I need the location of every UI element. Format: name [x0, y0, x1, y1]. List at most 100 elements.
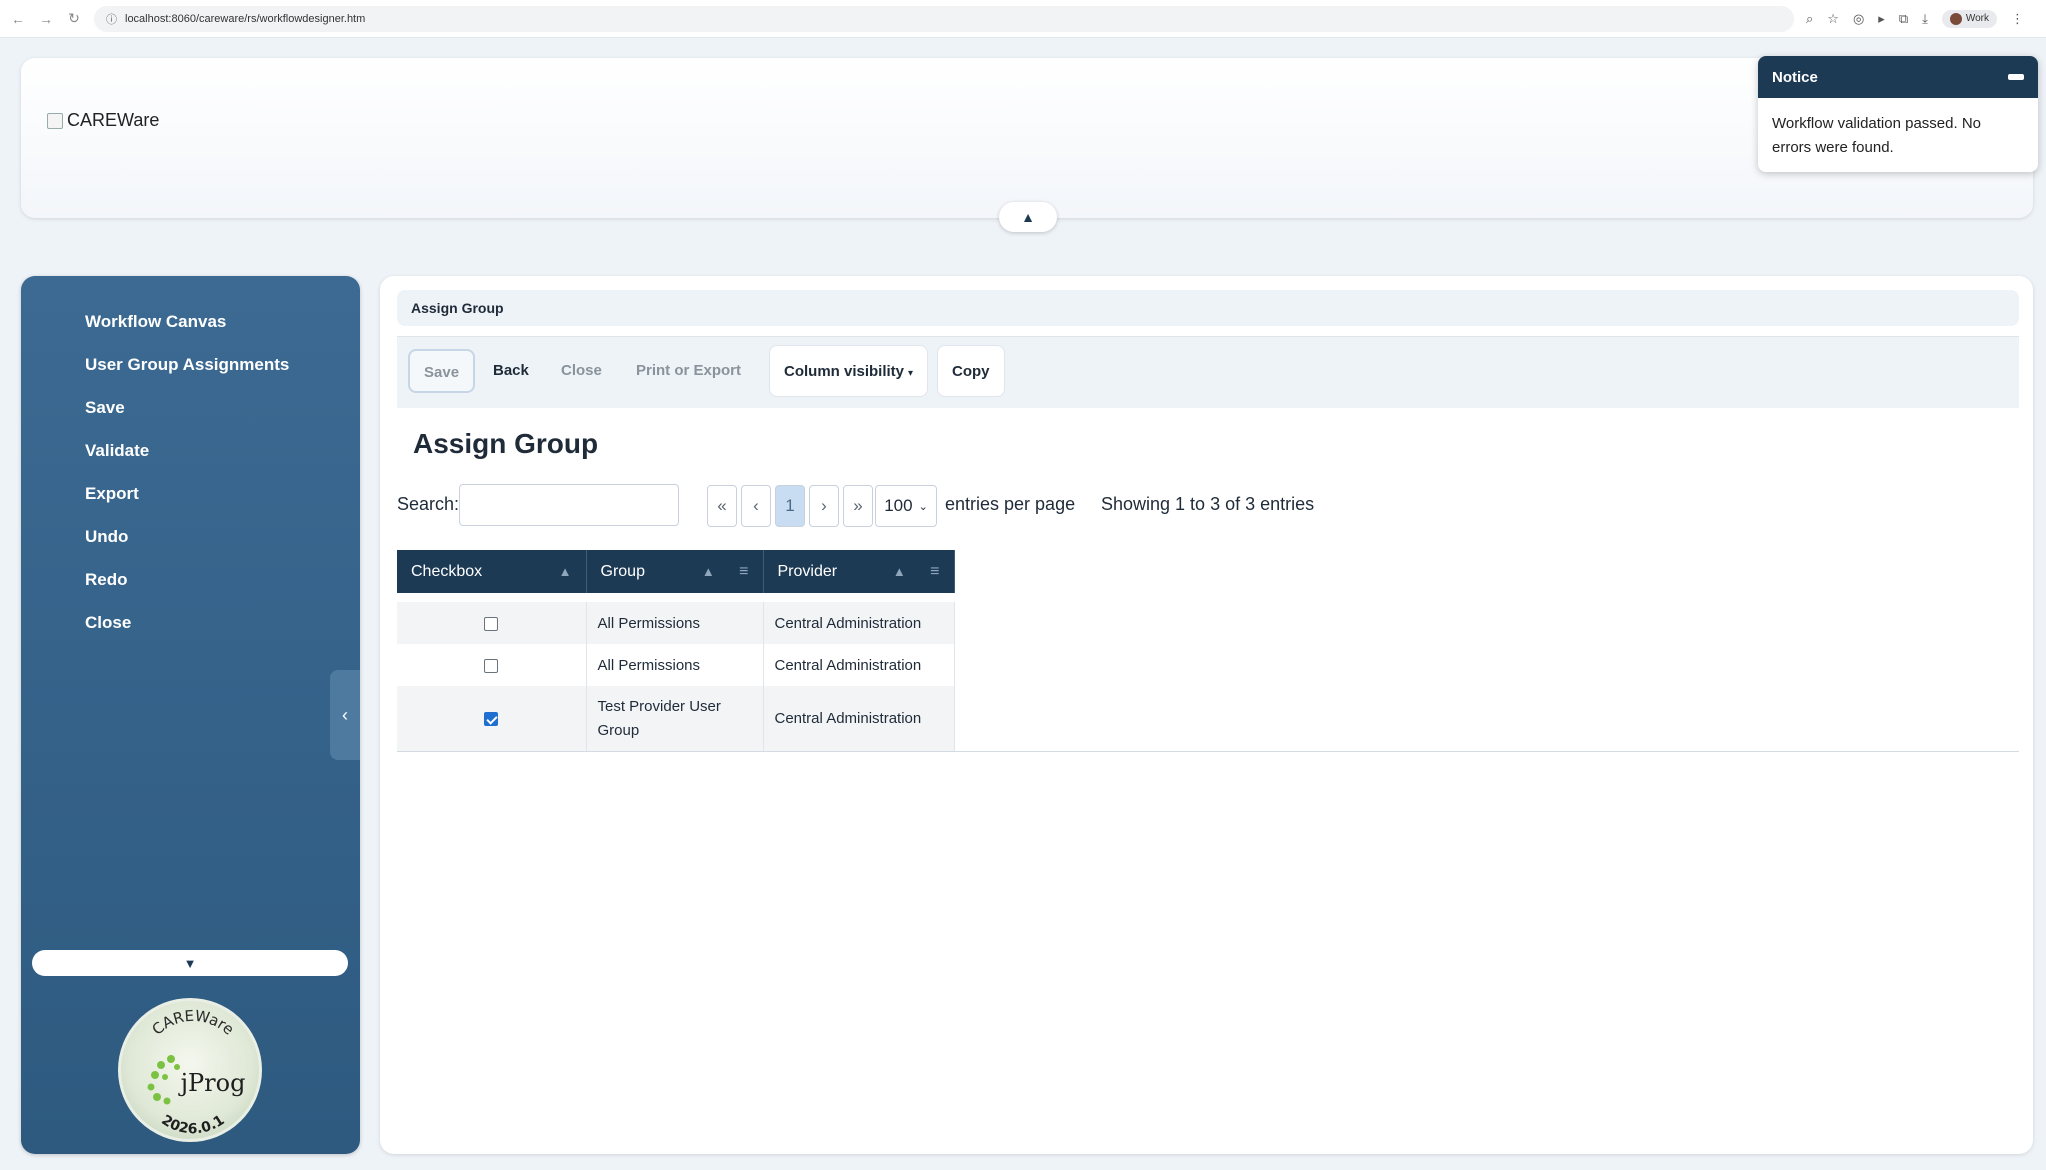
per-page-value: 100	[884, 496, 913, 515]
site-info-icon[interactable]: ⓘ	[106, 11, 117, 27]
column-menu-icon[interactable]: ≡	[739, 563, 748, 580]
jprog-badge-graphic: CAREWare jProg 2026.0.1	[147, 1007, 246, 1137]
search-input[interactable]	[459, 484, 679, 526]
forward-arrow-icon[interactable]: →	[38, 11, 54, 27]
pagination: « ‹ 1 › »	[707, 485, 873, 527]
sidebar-menu: Workflow Canvas User Group Assignments S…	[21, 276, 360, 644]
collapse-sidebar-button[interactable]: ‹	[330, 670, 360, 760]
print-export-button[interactable]: Print or Export	[622, 349, 755, 393]
checkbox-cell	[397, 644, 587, 686]
page-title: Assign Group	[413, 428, 599, 459]
entries-per-page-select[interactable]: 100 ⌄	[875, 485, 937, 527]
checkbox-cell	[397, 686, 587, 752]
per-page-label: entries per page	[945, 494, 1076, 514]
puzzle-icon[interactable]: ⧉	[1899, 11, 1908, 27]
main-panel: Assign Group Save Back Close Print or Ex…	[380, 276, 2033, 1154]
group-cell: Test Provider User Group	[586, 686, 764, 752]
sidebar-scroll-down-button[interactable]: ▼	[32, 950, 348, 976]
address-bar[interactable]: ⓘ localhost:8060/careware/rs/workflowdes…	[94, 5, 1794, 32]
sidebar-item-workflow-canvas[interactable]: Workflow Canvas	[21, 300, 360, 343]
triangle-up-icon: ▲	[1021, 209, 1035, 225]
showing-entries-text: Showing 1 to 3 of 3 entries	[1101, 494, 1315, 514]
column-header-checkbox[interactable]: Checkbox ▲	[397, 550, 587, 593]
sidebar: Workflow Canvas User Group Assignments S…	[21, 276, 360, 1154]
table-row: All Permissions Central Administration	[397, 644, 955, 686]
table-row: All Permissions Central Administration	[397, 602, 955, 644]
sidebar-item-export[interactable]: Export	[21, 472, 360, 515]
chevron-down-icon: ⌄	[918, 500, 928, 513]
notice-header: Notice	[1758, 56, 2038, 98]
triangle-down-icon: ▼	[183, 955, 197, 971]
caret-down-icon: ▾	[908, 368, 914, 379]
column-header-group[interactable]: Group ▲ ≡	[586, 550, 764, 593]
svg-text:CAREWare: CAREWare	[148, 1007, 237, 1039]
back-arrow-icon[interactable]: ←	[10, 11, 26, 27]
provider-cell: Central Administration	[763, 644, 955, 686]
column-header-label: Group	[600, 562, 645, 580]
assign-group-table: Checkbox ▲ Group ▲ ≡ Provider ▲ ≡ All Pe…	[397, 550, 955, 752]
prev-page-button[interactable]: ‹	[741, 485, 771, 527]
download-icon[interactable]: ⤓	[1922, 11, 1928, 27]
sort-icon[interactable]: ▲	[559, 564, 572, 579]
broken-image-icon	[47, 112, 63, 129]
profile-label: Work	[1965, 13, 1990, 24]
last-page-button[interactable]: »	[843, 485, 873, 527]
collapse-header-button[interactable]: ▲	[999, 202, 1057, 232]
column-visibility-label: Column visibility	[784, 363, 905, 380]
page-1-button[interactable]: 1	[775, 485, 805, 527]
table-row: Test Provider User Group Central Adminis…	[397, 686, 955, 752]
next-page-button[interactable]: ›	[809, 485, 839, 527]
badge-version-text: 2026.0.1	[158, 1112, 227, 1137]
sidebar-item-validate[interactable]: Validate	[21, 429, 360, 472]
notice-message: Workflow validation passed. No errors we…	[1772, 115, 1981, 156]
group-cell: All Permissions	[586, 644, 764, 686]
action-toolbar: Save Back Close Print or Export Column v…	[397, 336, 2019, 408]
sidebar-item-user-group-assignments[interactable]: User Group Assignments	[21, 343, 360, 386]
back-button[interactable]: Back	[479, 349, 543, 393]
sort-icon[interactable]: ▲	[893, 564, 906, 579]
row-checkbox[interactable]	[484, 658, 499, 673]
first-page-button[interactable]: «	[707, 485, 737, 527]
provider-cell: Central Administration	[763, 602, 955, 644]
breadcrumb: Assign Group	[397, 290, 2019, 326]
bookmark-star-icon[interactable]: ☆	[1827, 11, 1839, 27]
close-button[interactable]: Close	[547, 349, 616, 393]
sidebar-item-redo[interactable]: Redo	[21, 558, 360, 601]
avatar	[1949, 12, 1962, 25]
extension-icon[interactable]: ◎	[1853, 11, 1864, 27]
column-header-label: Provider	[777, 562, 838, 580]
zoom-icon[interactable]: ⌕	[1806, 11, 1813, 27]
app-header: CAREWare	[21, 58, 2033, 218]
sidebar-item-close[interactable]: Close	[21, 601, 360, 644]
careware-logo: CAREWare	[47, 110, 159, 131]
browser-menu-icon[interactable]: ⋮	[2011, 11, 2024, 27]
svg-text:2026.0.1: 2026.0.1	[158, 1112, 227, 1137]
provider-cell: Central Administration	[763, 686, 955, 752]
sort-icon[interactable]: ▲	[702, 564, 715, 579]
column-visibility-button[interactable]: Column visibility ▾	[769, 345, 929, 397]
jprog-version-badge: CAREWare jProg 2026.0.1	[118, 998, 262, 1142]
row-checkbox-checked[interactable]	[484, 712, 499, 727]
sidebar-item-save[interactable]: Save	[21, 386, 360, 429]
column-header-provider[interactable]: Provider ▲ ≡	[763, 550, 955, 593]
checkbox-cell	[397, 602, 587, 644]
reload-icon[interactable]: ↻	[66, 10, 82, 27]
badge-top-text: CAREWare	[148, 1007, 237, 1039]
column-header-label: Checkbox	[411, 562, 483, 580]
profile-button[interactable]: Work	[1941, 9, 1998, 28]
column-menu-icon[interactable]: ≡	[930, 563, 939, 580]
media-icon[interactable]: ▸	[1878, 11, 1885, 27]
notice-popup: Notice Workflow validation passed. No er…	[1758, 56, 2038, 172]
url-text: localhost:8060/careware/rs/workflowdesig…	[125, 12, 366, 25]
group-cell: All Permissions	[586, 602, 764, 644]
search-label: Search:	[397, 494, 460, 514]
row-checkbox[interactable]	[484, 616, 499, 631]
browser-toolbar: ← → ↻ ⓘ localhost:8060/careware/rs/workf…	[0, 0, 2046, 38]
table-divider	[397, 751, 2019, 752]
notice-title: Notice	[1772, 68, 1818, 86]
badge-brand-text: jProg	[178, 1069, 246, 1097]
copy-button[interactable]: Copy	[937, 345, 1005, 397]
save-button[interactable]: Save	[408, 349, 476, 393]
minimize-icon[interactable]	[2008, 74, 2024, 80]
sidebar-item-undo[interactable]: Undo	[21, 515, 360, 558]
